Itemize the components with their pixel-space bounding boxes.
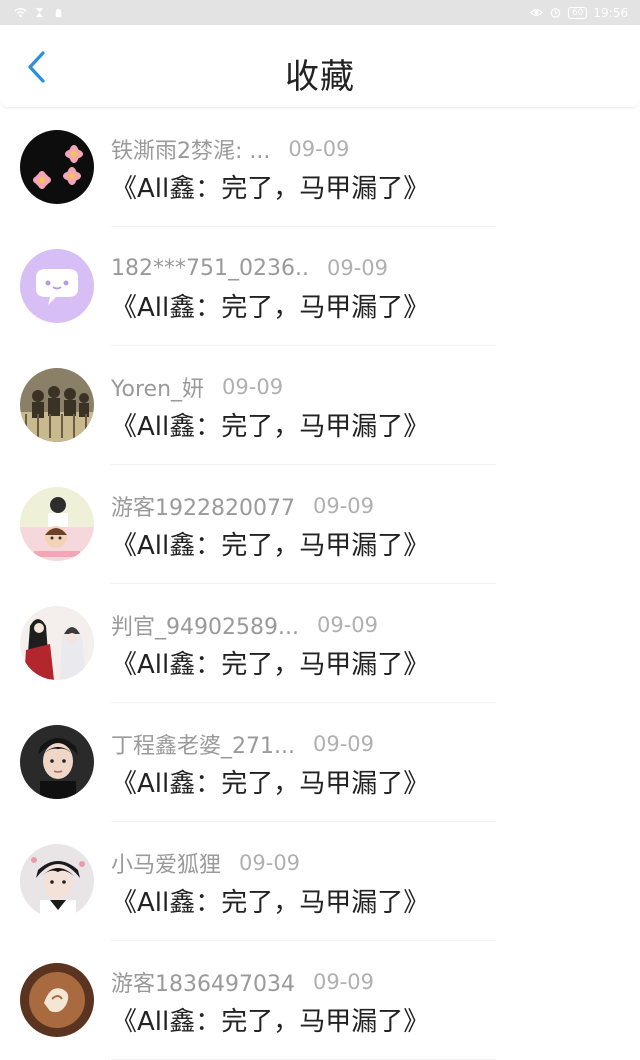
eye-icon: [530, 9, 543, 16]
status-left: [14, 7, 65, 18]
username[interactable]: 游客1836497034: [111, 966, 295, 998]
list-item[interactable]: 丁程鑫老婆_271... 09-09 《All鑫：完了，马甲漏了》: [0, 703, 640, 822]
favorite-title[interactable]: 《All鑫：完了，马甲漏了》: [111, 525, 429, 562]
list-item[interactable]: 小马爱狐狸 09-09 《All鑫：完了，马甲漏了》: [0, 822, 640, 941]
list-item[interactable]: 182***751_0236.. 09-09 《All鑫：完了，马甲漏了》: [0, 227, 640, 346]
alarm-icon: [550, 8, 561, 18]
item-meta: 游客1836497034 09-09: [111, 966, 375, 998]
item-meta: 小马爱狐狸 09-09: [111, 847, 301, 879]
painting-avatar: [20, 606, 94, 680]
page-title: 收藏: [285, 57, 355, 97]
date: 09-09: [312, 732, 375, 756]
flowers-avatar: [20, 130, 94, 204]
wifi-icon: [14, 8, 27, 18]
list-item[interactable]: 判官_94902589... 09-09 《All鑫：完了，马甲漏了》: [0, 584, 640, 703]
status-bar: 60 19:56: [0, 0, 640, 25]
status-time: 19:56: [593, 5, 628, 20]
username[interactable]: 铁澌雨2棼浘: ...: [111, 133, 270, 165]
favorites-list: 铁澌雨2棼浘: ... 09-09 《All鑫：完了，马甲漏了》 182***7…: [0, 108, 640, 1060]
group-photo-avatar: [20, 368, 94, 442]
header-bar: 收藏: [0, 25, 640, 108]
favorite-title[interactable]: 《All鑫：完了，马甲漏了》: [111, 287, 429, 324]
item-meta: Yoren_妍 09-09: [111, 371, 284, 403]
cartoon-photo-avatar: [20, 487, 94, 561]
item-meta: 丁程鑫老婆_271... 09-09: [111, 728, 375, 760]
username[interactable]: 小马爱狐狸: [111, 847, 221, 879]
item-meta: 铁澌雨2棼浘: ... 09-09: [111, 133, 350, 165]
portrait-avatar: [20, 725, 94, 799]
favorite-title[interactable]: 《All鑫：完了，马甲漏了》: [111, 406, 429, 443]
list-item[interactable]: 游客1836497034 09-09 《All鑫：完了，马甲漏了》: [0, 941, 640, 1060]
date: 09-09: [312, 970, 375, 994]
list-item[interactable]: 游客1922820077 09-09 《All鑫：完了，马甲漏了》: [0, 465, 640, 584]
date: 09-09: [239, 851, 301, 875]
list-item[interactable]: 铁澌雨2棼浘: ... 09-09 《All鑫：完了，马甲漏了》: [0, 108, 640, 227]
chat-bubble-avatar: [20, 249, 94, 323]
favorite-title[interactable]: 《All鑫：完了，马甲漏了》: [111, 1001, 429, 1038]
notification-icon: [55, 8, 62, 18]
item-meta: 判官_94902589... 09-09: [111, 609, 378, 641]
username[interactable]: Yoren_妍: [111, 371, 204, 403]
item-meta: 游客1922820077 09-09: [111, 490, 375, 522]
date: 09-09: [316, 613, 378, 637]
username[interactable]: 182***751_0236..: [111, 256, 309, 281]
username[interactable]: 游客1922820077: [111, 490, 295, 522]
battery-icon: 60: [567, 6, 588, 19]
status-right: 60 19:56: [530, 6, 628, 20]
sim-icon: [35, 7, 44, 18]
list-item[interactable]: Yoren_妍 09-09 《All鑫：完了，马甲漏了》: [0, 346, 640, 465]
portrait-avatar-2: [20, 844, 94, 918]
favorite-title[interactable]: 《All鑫：完了，马甲漏了》: [111, 644, 429, 681]
favorite-title[interactable]: 《All鑫：完了，马甲漏了》: [111, 882, 429, 919]
favorite-title[interactable]: 《All鑫：完了，马甲漏了》: [111, 763, 429, 800]
latte-art-avatar: [20, 963, 94, 1037]
favorite-title[interactable]: 《All鑫：完了，马甲漏了》: [111, 168, 429, 205]
username[interactable]: 丁程鑫老婆_271...: [111, 728, 295, 760]
item-meta: 182***751_0236.. 09-09: [111, 254, 388, 282]
date: 09-09: [222, 375, 284, 399]
date: 09-09: [288, 137, 350, 161]
date: 09-09: [326, 256, 388, 280]
username[interactable]: 判官_94902589...: [111, 609, 299, 641]
date: 09-09: [312, 494, 375, 518]
